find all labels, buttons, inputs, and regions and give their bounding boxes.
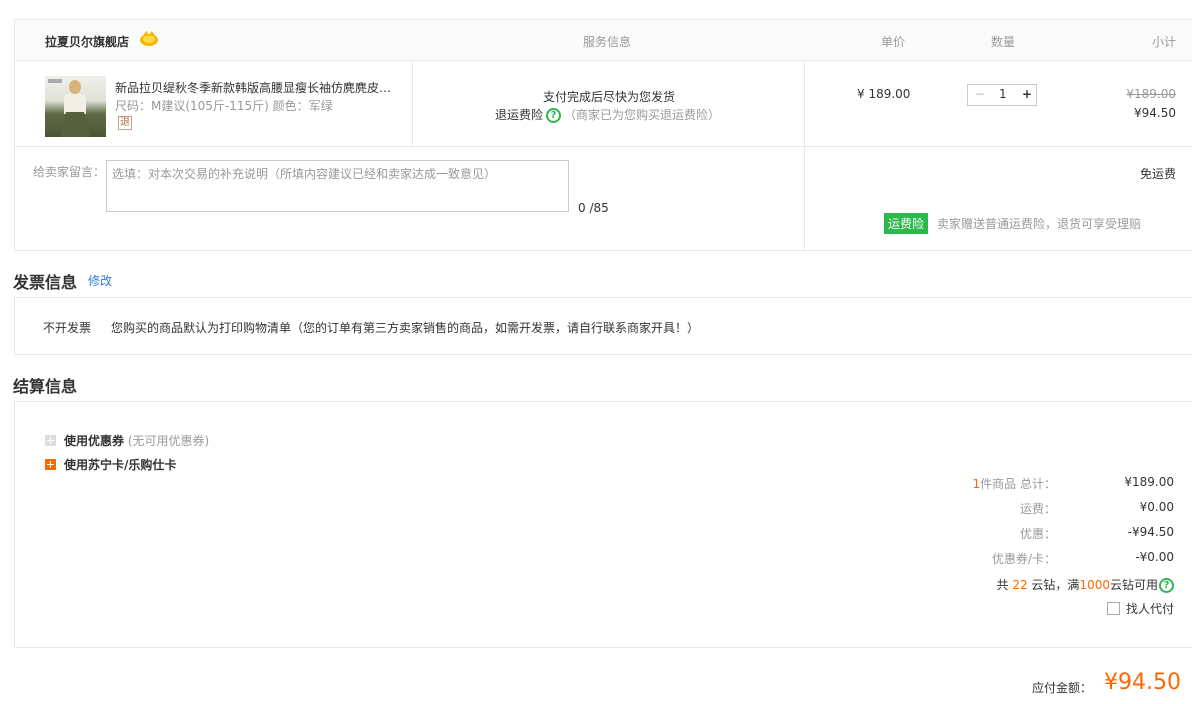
yun-count: 22 (1012, 578, 1028, 592)
insurance-label: 退运费险 (495, 108, 544, 122)
invoice-edit-link[interactable]: 修改 (88, 272, 112, 289)
column-subtotal: 小计 (1151, 35, 1176, 49)
message-label: 给卖家留言： (33, 165, 106, 179)
payable-amount: ¥94.50 (1104, 670, 1181, 695)
shop-name[interactable]: 拉夏贝尔旗舰店 (45, 33, 129, 50)
divider (804, 147, 805, 251)
coupon-label: 使用优惠券 (64, 434, 125, 448)
freight-value: ¥0.00 (1139, 500, 1174, 514)
thumbnail-model-skirt (60, 112, 90, 137)
return-badge: 退 (118, 116, 132, 130)
original-price: ¥189.00 (1126, 87, 1176, 101)
yunzuan-info: 共 22 云钻，满1000云钻可用? (996, 576, 1174, 593)
settlement-title: 结算信息 (13, 377, 78, 396)
quantity-stepper: − 1 + (967, 84, 1037, 106)
proxy-pay-label: 找人代付 (1125, 602, 1174, 616)
service-shipping-note: 支付完成后尽快为您发货 (543, 90, 676, 104)
card-option[interactable]: 使用苏宁卡/乐购仕卡 (45, 456, 176, 473)
invoice-description: 您购买的商品默认为打印购物清单（您的订单有第三方卖家销售的商品，如需开发票，请自… (111, 321, 700, 335)
free-shipping-label: 免运费 (1139, 167, 1176, 181)
product-spec: 尺码：M建议(105斤-115斤) 颜色：军绿 (115, 99, 333, 113)
coupon-card-value: -¥0.00 (1135, 550, 1174, 564)
column-unit-price: 单价 (881, 35, 906, 49)
settlement-box: 使用优惠券 (无可用优惠券) 使用苏宁卡/乐购仕卡 1件商品 总计： ¥189.… (14, 401, 1192, 648)
subtotal-price: ¥94.50 (1134, 106, 1176, 120)
product-name[interactable]: 新品拉贝缇秋冬季新款韩版高腰显瘦长袖仿麂麂皮连衣裙 (115, 79, 395, 96)
freight-label: 运费： (1019, 502, 1056, 516)
invoice-box: 不开发票 您购买的商品默认为打印购物清单（您的订单有第三方卖家销售的商品，如需开… (14, 297, 1192, 355)
yun-threshold: 1000 (1079, 578, 1110, 592)
total-value: ¥189.00 (1124, 475, 1174, 489)
coupon-note: (无可用优惠券) (127, 434, 210, 448)
total-label-text: 件商品 总计： (980, 477, 1056, 491)
thumbnail-tag (48, 79, 62, 83)
product-row: 新品拉贝缇秋冬季新款韩版高腰显瘦长袖仿麂麂皮连衣裙 尺码：M建议(105斤-11… (14, 60, 1192, 147)
yun-suffix: 云钻可用 (1109, 578, 1158, 592)
order-header: 拉夏贝尔旗舰店 服务信息 单价 数量 小计 (14, 19, 1192, 61)
divider (804, 61, 805, 147)
thumbnail-model-head (69, 80, 81, 94)
coupon-card-label: 优惠券/卡： (991, 552, 1056, 566)
help-icon[interactable]: ? (546, 108, 562, 123)
card-label: 使用苏宁卡/乐购仕卡 (64, 458, 177, 472)
message-row: 给卖家留言： 0 /85 免运费 运费险 卖家赠送普通运费险，退货可享受理赔 (14, 146, 1192, 251)
help-icon[interactable]: ? (1159, 578, 1174, 593)
freight-insurance-badge: 运费险 (884, 213, 929, 234)
yun-mid: 云钻，满 (1031, 578, 1080, 592)
unit-price: ¥ 189.00 (857, 87, 911, 101)
proxy-pay-checkbox[interactable] (1106, 602, 1120, 615)
shop-badge-icon (140, 31, 158, 46)
proxy-pay-option[interactable]: 找人代付 (1106, 600, 1174, 617)
invoice-type: 不开发票 (43, 321, 92, 335)
freight-insurance-text: 卖家赠送普通运费险，退货可享受理赔 (937, 217, 1142, 231)
insurance-note: （商家已为您购买退运费险） (564, 108, 721, 122)
discount-label: 优惠： (1019, 527, 1056, 541)
quantity-value[interactable]: 1 (999, 87, 1007, 101)
column-quantity: 数量 (991, 35, 1016, 49)
invoice-title: 发票信息 (13, 273, 78, 292)
expand-plus-icon[interactable] (45, 459, 56, 470)
divider (412, 61, 413, 147)
message-char-count: 0 /85 (578, 201, 609, 215)
yun-prefix: 共 (996, 578, 1009, 592)
service-insurance: 退运费险? （商家已为您购买退运费险） (495, 106, 720, 123)
column-service: 服务信息 (583, 35, 632, 49)
seller-message-input[interactable] (106, 160, 569, 212)
thumbnail-model-torso (64, 94, 86, 114)
total-label: 1件商品 总计： (973, 475, 1056, 492)
quantity-increase-button[interactable]: + (1022, 87, 1032, 101)
coupon-option[interactable]: 使用优惠券 (无可用优惠券) (45, 432, 209, 449)
discount-value: -¥94.50 (1127, 525, 1174, 539)
expand-plus-icon[interactable] (45, 435, 56, 446)
quantity-decrease-button[interactable]: − (975, 87, 985, 101)
payable-label: 应付金额： (1032, 681, 1093, 695)
product-thumbnail[interactable] (45, 76, 106, 137)
